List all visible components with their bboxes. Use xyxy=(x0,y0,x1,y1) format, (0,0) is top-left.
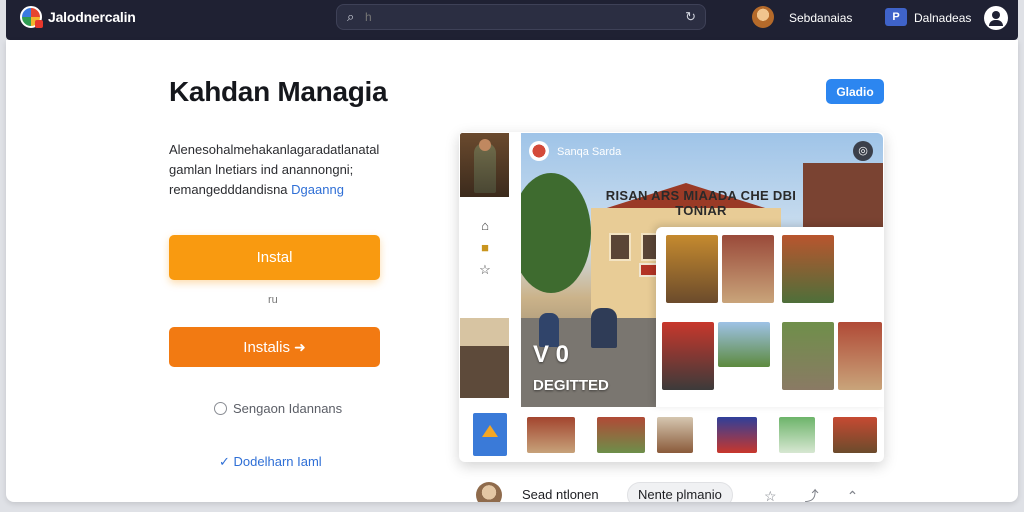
strip-tile[interactable] xyxy=(527,417,575,453)
page-title: Kahdan Managia xyxy=(169,76,388,107)
footer-label: Sead ntlonen xyxy=(522,487,599,502)
gallery-tile[interactable] xyxy=(782,322,834,390)
avatar[interactable] xyxy=(476,482,502,502)
separator-text: ru xyxy=(268,294,278,306)
search-bar[interactable]: ⌕ ↻ xyxy=(336,4,706,30)
settings-icon[interactable]: ◎ xyxy=(853,141,873,161)
description-text: remangedddandisna xyxy=(169,182,288,197)
support-label: Sengaon Idannans xyxy=(233,401,343,416)
gallery-tile[interactable] xyxy=(718,322,770,367)
arrow-right-icon: ➜ xyxy=(293,338,306,355)
description-line: Alenesohalmehakanlagaradatlanatal xyxy=(169,142,380,157)
hero-counter: V 0 xyxy=(533,341,570,368)
strip-tile[interactable] xyxy=(833,417,877,453)
share-icon[interactable]: ⤴ xyxy=(805,488,819,502)
gallery-tile[interactable] xyxy=(666,235,718,303)
thumbnail-image[interactable] xyxy=(473,413,507,456)
chevron-up-icon[interactable]: ⌃ xyxy=(847,488,859,502)
channel-icon xyxy=(529,141,549,161)
thumbnail-image[interactable] xyxy=(460,133,509,197)
nav-link-secondary[interactable]: Dalnadeas xyxy=(914,11,971,25)
strip-tile[interactable] xyxy=(597,417,645,453)
support-link[interactable]: Sengaon Idannans xyxy=(214,401,342,416)
bookmark-icon[interactable]: ■ xyxy=(477,240,493,262)
gallery-tile[interactable] xyxy=(782,235,834,303)
home-icon[interactable]: ⌂ xyxy=(477,218,493,240)
info-icon xyxy=(214,402,227,415)
star-icon[interactable]: ☆ xyxy=(477,262,493,284)
description-link[interactable]: Dgaanng xyxy=(291,182,344,197)
main-card: Kahdan Managia Gladio Alenesohalmehakanl… xyxy=(6,40,1018,502)
description-line: remangedddandisna Dgaanng xyxy=(169,180,409,200)
footer-pill-button[interactable]: Nente plmanio xyxy=(627,482,733,502)
nav-link-primary[interactable]: Sebdanaias xyxy=(789,11,852,25)
nav-avatar-icon[interactable] xyxy=(752,6,774,28)
reload-icon[interactable]: ↻ xyxy=(685,9,696,25)
strip-tile[interactable] xyxy=(657,417,693,453)
install-secondary-button[interactable]: Instalis ➜ xyxy=(169,327,380,367)
gallery-tile[interactable] xyxy=(838,322,882,390)
footer-actions: ☆ ⤴ ⌃ xyxy=(764,486,886,502)
window-shape xyxy=(609,233,631,261)
preview-footer: Sead ntlonen Nente plmanio ☆ ⤴ ⌃ xyxy=(476,482,906,502)
gallery-tile[interactable] xyxy=(722,235,774,303)
building-sign: RISAN ARS MIAADA CHE DBI TONIAR xyxy=(605,188,797,218)
strip-tile[interactable] xyxy=(717,417,757,453)
star-icon[interactable]: ☆ xyxy=(764,488,777,502)
check-icon: ✓ xyxy=(219,454,230,469)
person-head xyxy=(479,139,491,151)
more-link-label: Dodelharn Iaml xyxy=(233,454,322,469)
logo-badge-icon xyxy=(35,20,43,28)
side-toolbar: ⌂ ■ ☆ xyxy=(477,218,493,284)
install-secondary-label: Instalis xyxy=(243,338,290,356)
app-title[interactable]: Jalodnercalin xyxy=(48,9,136,25)
gallery-tile[interactable] xyxy=(662,322,714,390)
top-action-button[interactable]: Gladio xyxy=(826,79,884,104)
user-icon[interactable] xyxy=(984,6,1008,30)
search-input[interactable] xyxy=(365,9,665,25)
person-figure xyxy=(591,308,617,348)
top-navigation-bar: Jalodnercalin ⌕ ↻ Sebdanaias P Dalnadeas xyxy=(6,0,1018,40)
search-icon: ⌕ xyxy=(347,9,355,24)
gallery-overlay xyxy=(656,227,884,407)
description: Alenesohalmehakanlagaradatlanatal gamlan… xyxy=(169,140,409,200)
hero-caption: DEGITTED xyxy=(533,377,609,394)
nav-badge-icon[interactable]: P xyxy=(885,8,907,26)
app-preview-panel: ⌂ ■ ☆ RISAN ARS MIAADA CHE DBI TONIAR Sa… xyxy=(459,132,884,462)
hero-chip-label: Sanqa Sarda xyxy=(557,146,622,158)
thumbnail-image[interactable] xyxy=(460,318,509,398)
strip-tile[interactable] xyxy=(779,417,815,453)
thumbnail-strip xyxy=(521,417,883,459)
description-line: gamlan lnetiars ind anannongni; xyxy=(169,162,354,177)
install-primary-button[interactable]: Instal xyxy=(169,235,380,280)
more-link[interactable]: ✓ Dodelharn Iaml xyxy=(219,454,322,470)
